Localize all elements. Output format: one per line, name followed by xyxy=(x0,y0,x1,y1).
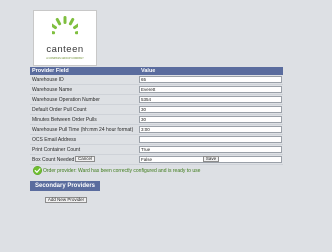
field-label-minutes-between-order-pulls: Minutes Between Order Pulls xyxy=(30,114,139,125)
table-row: Print Container Count xyxy=(30,144,283,155)
table-header-row: Provider Field Value xyxy=(30,67,283,75)
success-message: Order provider: Ward has been correctly … xyxy=(43,168,201,174)
field-label-default-order-pull-count: Default Order Pull Count xyxy=(30,104,139,115)
minutes-between-order-pulls-input[interactable] xyxy=(139,116,282,123)
column-header-provider-field: Provider Field xyxy=(30,67,139,75)
secondary-providers-header: Secondary Providers xyxy=(30,181,100,191)
add-new-provider-button[interactable]: Add New Provider xyxy=(45,197,87,203)
provider-form-table: Provider Field Value Warehouse ID Wareho… xyxy=(30,67,283,165)
field-label-warehouse-pull-time: Warehouse Pull Time (hh:mm 24 hour forma… xyxy=(30,124,139,135)
warehouse-name-input[interactable] xyxy=(139,86,282,93)
canteen-logo: canteen A COMPASS GROUP COMPANY xyxy=(33,10,97,66)
table-row: Minutes Between Order Pulls xyxy=(30,114,283,125)
warehouse-id-input[interactable] xyxy=(139,76,282,83)
table-row: Warehouse Operation Number xyxy=(30,94,283,105)
page: canteen A COMPASS GROUP COMPANY Provider… xyxy=(0,0,332,252)
table-row: Default Order Pull Count xyxy=(30,104,283,115)
field-label-warehouse-name: Warehouse Name xyxy=(30,84,139,95)
field-label-warehouse-operation-number: Warehouse Operation Number xyxy=(30,94,139,105)
print-container-count-input[interactable] xyxy=(139,146,282,153)
table-row: Warehouse ID xyxy=(30,75,283,85)
field-label-warehouse-id: Warehouse ID xyxy=(30,75,139,85)
table-row: Box Count Needed xyxy=(30,154,283,165)
default-order-pull-count-input[interactable] xyxy=(139,106,282,113)
checkmark-icon xyxy=(33,166,42,175)
ocs-email-address-input[interactable] xyxy=(139,136,282,143)
field-label-print-container-count: Print Container Count xyxy=(30,144,139,155)
table-row: Warehouse Name xyxy=(30,84,283,95)
warehouse-operation-number-input[interactable] xyxy=(139,96,282,103)
warehouse-pull-time-input[interactable] xyxy=(139,126,282,133)
column-header-value: Value xyxy=(139,67,283,75)
brand-tagline: A COMPASS GROUP COMPANY xyxy=(46,57,84,60)
canteen-logo-mark xyxy=(52,16,78,35)
table-row: Warehouse Pull Time (hh:mm 24 hour forma… xyxy=(30,124,283,135)
field-label-ocs-email-address: OCS Email Address xyxy=(30,134,139,145)
cancel-button[interactable]: Cancel xyxy=(75,156,95,162)
brand-name: canteen xyxy=(46,44,84,55)
save-button[interactable]: Save xyxy=(203,156,219,162)
table-row: OCS Email Address xyxy=(30,134,283,145)
